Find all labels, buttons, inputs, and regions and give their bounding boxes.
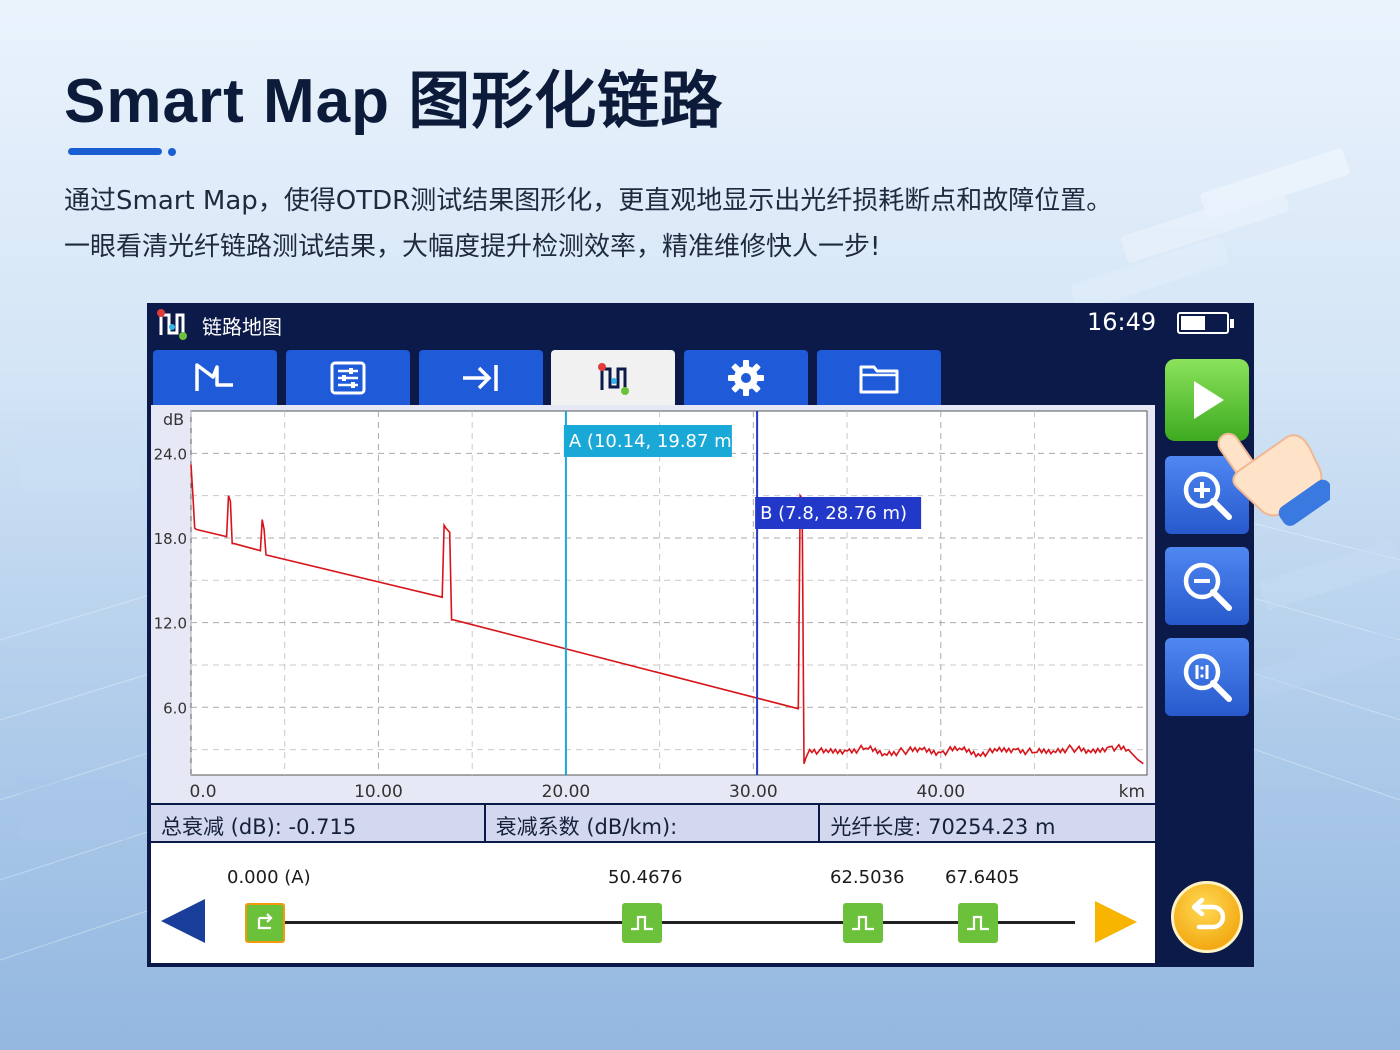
x-tick-label: 10.00 bbox=[354, 782, 403, 802]
start-event-node[interactable] bbox=[245, 903, 285, 943]
zoom-out-icon bbox=[1183, 562, 1232, 611]
tab-link-map[interactable] bbox=[551, 350, 675, 406]
plot-area bbox=[190, 410, 1148, 776]
y-axis-unit-label: dB bbox=[163, 410, 184, 429]
headline-underline bbox=[68, 148, 162, 155]
cursor-a-label: A (10.14, 19.87 m) bbox=[569, 431, 739, 452]
battery-icon bbox=[1177, 312, 1234, 334]
y-tick-label: 12.0 bbox=[154, 615, 187, 633]
tab-files[interactable] bbox=[817, 350, 941, 406]
reflective-event-node[interactable] bbox=[843, 903, 883, 943]
zoom-out-button[interactable] bbox=[1165, 547, 1249, 625]
y-tick-label: 6.0 bbox=[163, 699, 187, 717]
tab-trace[interactable] bbox=[153, 350, 277, 406]
x-tick-label: 30.00 bbox=[729, 782, 778, 802]
x-tick-label: 0.0 bbox=[189, 782, 216, 802]
link-map-app-icon bbox=[157, 309, 187, 340]
reflective-event-node[interactable] bbox=[958, 903, 998, 943]
clock: 16:49 bbox=[1087, 308, 1157, 336]
tab-parameters[interactable] bbox=[286, 350, 410, 406]
link-map-fiber-line bbox=[285, 921, 1075, 924]
headline-underline-dot bbox=[168, 148, 176, 156]
main-panel: dB 24.0 18.0 12.0 6.0 0.0 10.00 20.00 30.00 40.00… bbox=[151, 405, 1156, 963]
reflective-event-icon bbox=[852, 915, 874, 931]
link-map-bar: 0.000 (A) 50.4676 62.5036 67.6405 bbox=[151, 845, 1155, 963]
zoom-reset-icon bbox=[1183, 653, 1232, 702]
tab-settings[interactable] bbox=[684, 350, 808, 406]
cursor-b-label: B (7.8, 28.76 m) bbox=[760, 503, 907, 524]
trace-icon bbox=[195, 363, 233, 391]
y-tick-label: 18.0 bbox=[154, 530, 187, 548]
event-distance-label: 67.6405 bbox=[945, 867, 1020, 888]
zoom-reset-button[interactable] bbox=[1165, 638, 1249, 716]
x-tick-label: 20.00 bbox=[542, 782, 591, 802]
page-headline: Smart Map 图形化链路 bbox=[64, 67, 724, 136]
folder-icon bbox=[859, 365, 899, 394]
otdr-device-screen: 链路地图 16:49 dB 24.0 18.0 12.0 6.0 0.0 10.… bbox=[147, 303, 1254, 967]
description-line-1: 通过Smart Map，使得OTDR测试结果图形化，更直观地显示出光纤损耗断点和… bbox=[64, 186, 1113, 216]
parameters-icon bbox=[330, 361, 366, 395]
previous-event-arrow-icon[interactable] bbox=[161, 899, 205, 943]
total-loss-value: 总衰减 (dB): -0.715 bbox=[151, 803, 486, 843]
status-bar: 链路地图 16:49 bbox=[147, 303, 1254, 345]
fiber-length-value: 光纤长度: 70254.23 m bbox=[820, 803, 1156, 843]
reflective-event-icon bbox=[967, 915, 989, 931]
back-button[interactable] bbox=[1171, 881, 1243, 953]
return-icon bbox=[1191, 897, 1226, 930]
event-distance-label: 0.000 (A) bbox=[227, 867, 311, 888]
reflective-event-icon bbox=[631, 915, 653, 931]
settings-icon bbox=[728, 360, 764, 396]
launch-start-icon bbox=[257, 913, 273, 930]
event-distance-label: 50.4676 bbox=[608, 867, 683, 888]
app-title: 链路地图 bbox=[202, 315, 282, 339]
go-to-end-icon bbox=[463, 365, 498, 391]
next-event-arrow-icon[interactable] bbox=[1095, 901, 1137, 943]
x-tick-label: 40.00 bbox=[916, 782, 965, 802]
event-distance-label: 62.5036 bbox=[830, 867, 905, 888]
reflective-event-node[interactable] bbox=[622, 903, 662, 943]
description-line-2: 一眼看清光纤链路测试结果，大幅度提升检测效率，精准维修快人一步! bbox=[64, 232, 881, 262]
pointing-hand-icon bbox=[1217, 432, 1330, 526]
attenuation-coefficient-value: 衰减系数 (dB/km): bbox=[485, 803, 821, 843]
results-row: 总衰减 (dB): -0.715 衰减系数 (dB/km): 光纤长度: 702… bbox=[151, 803, 1156, 843]
x-axis-unit-label: km bbox=[1119, 782, 1145, 802]
tab-go-to-end[interactable] bbox=[419, 350, 543, 406]
link-map-icon bbox=[598, 363, 629, 395]
y-tick-label: 24.0 bbox=[154, 445, 187, 463]
otdr-trace-chart[interactable]: dB 24.0 18.0 12.0 6.0 0.0 10.00 20.00 30.00 40.00… bbox=[151, 405, 1155, 803]
